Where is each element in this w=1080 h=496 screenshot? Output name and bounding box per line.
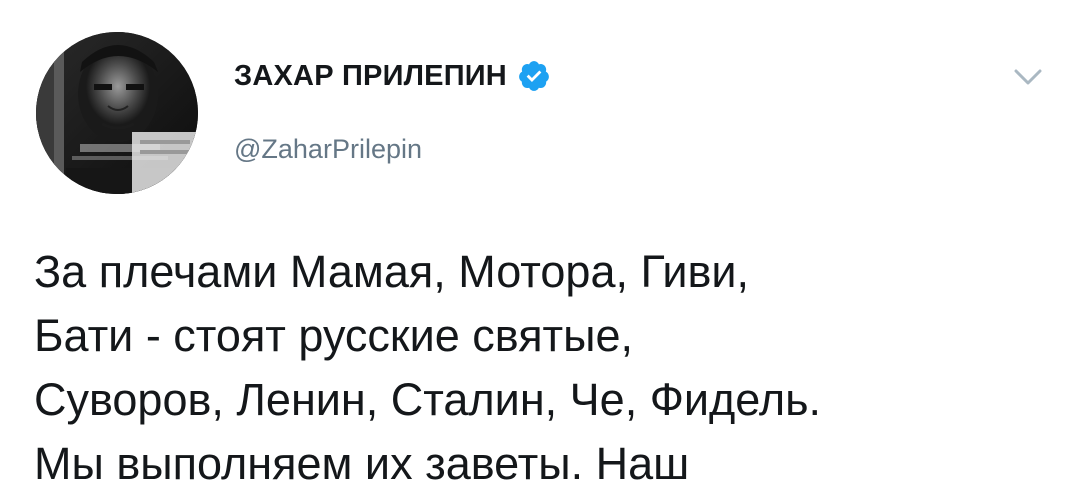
tweet-text-line: Бати - стоят русские святые, [34, 310, 634, 361]
verified-badge-icon [517, 59, 551, 93]
tweet-text: За плечами Мамая, Мотора, Гиви, Бати - с… [34, 240, 1054, 496]
tweet-text-line: За плечами Мамая, Мотора, Гиви, [34, 246, 750, 297]
tweet-text-line: Суворов, Ленин, Сталин, Че, Фидель. [34, 374, 822, 425]
avatar[interactable] [36, 32, 198, 194]
chevron-down-icon[interactable] [1008, 62, 1048, 92]
user-handle[interactable]: @ZaharPrilepin [234, 134, 422, 165]
tweet-text-line: Мы выполняем их заветы. Наш [34, 438, 690, 489]
display-name[interactable]: ЗАХАР ПРИЛЕПИН [234, 60, 507, 93]
display-name-row: ЗАХАР ПРИЛЕПИН [234, 56, 551, 96]
tweet: ЗАХАР ПРИЛЕПИН @ZaharPrilepin За плечами… [0, 0, 1080, 489]
